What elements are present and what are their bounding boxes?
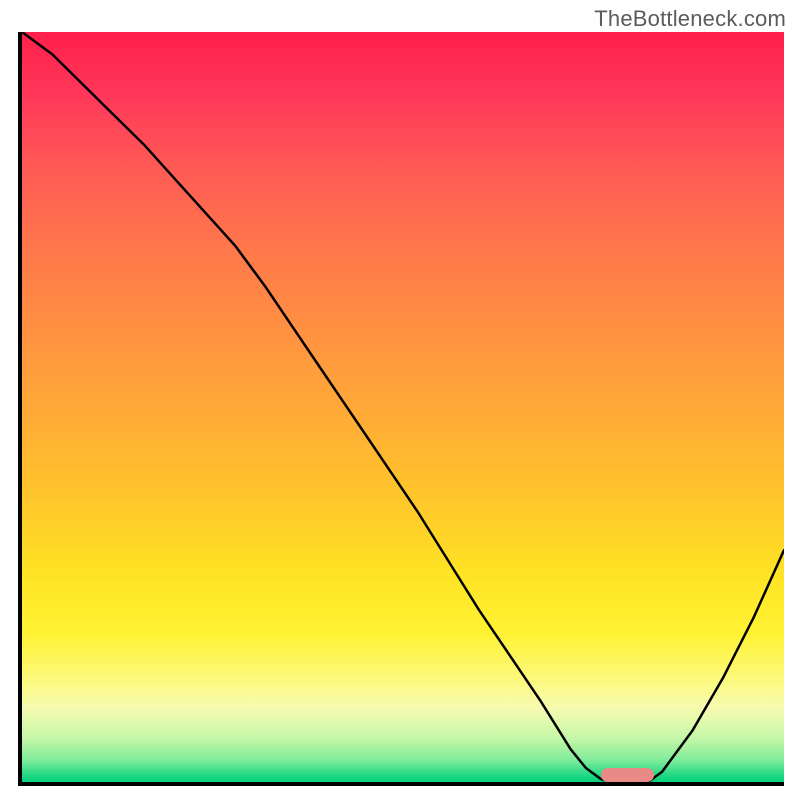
plot-area xyxy=(22,32,784,783)
optimal-marker xyxy=(601,768,654,782)
chart-container: TheBottleneck.com xyxy=(0,0,800,800)
data-curve xyxy=(22,32,784,783)
watermark-text: TheBottleneck.com xyxy=(594,6,786,32)
